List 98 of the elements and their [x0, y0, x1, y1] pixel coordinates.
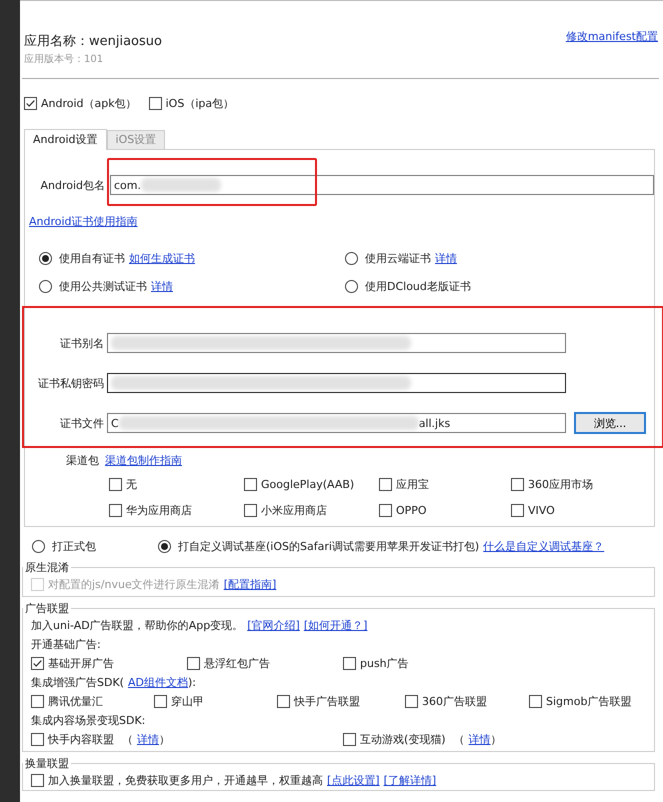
text-field[interactable]: com.	[110, 175, 654, 195]
cert-guide-link[interactable]: Android证书使用指南	[29, 214, 138, 228]
option-label: 基础开屏广告	[48, 656, 114, 671]
option-label: 对配置的js/nvue文件进行原生混淆	[48, 577, 220, 592]
option-label: 360广告联盟	[422, 694, 487, 709]
manifest-link[interactable]: 修改manifest配置	[566, 29, 658, 44]
channel-option-label: GooglePlay(AAB)	[261, 478, 354, 490]
group-heading: ):	[188, 676, 196, 689]
radio-label: 打正式包	[52, 538, 96, 554]
platform-label: iOS（ipa包）	[166, 96, 234, 110]
checkbox[interactable]	[244, 478, 257, 490]
details-link[interactable]: 详情	[435, 250, 457, 266]
radio-button[interactable]	[345, 280, 358, 292]
app-name-label: 应用名称：	[24, 33, 89, 50]
info-link[interactable]: [点此设置]	[327, 773, 380, 788]
option-label: 快手广告联盟	[294, 694, 360, 709]
channel-option-label: VIVO	[528, 504, 555, 516]
text-field[interactable]: C all.jks	[107, 413, 566, 433]
channel-option-label: OPPO	[396, 504, 427, 516]
section-title: 原生混淆	[23, 560, 71, 575]
radio-label: 打自定义调试基座(iOS的Safari调试需要用苹果开发证书打包)	[178, 538, 480, 554]
tab[interactable]: Android设置	[24, 129, 107, 150]
checkbox[interactable]	[24, 96, 37, 110]
bracket-text: （	[122, 732, 133, 747]
details-link[interactable]: 详情	[151, 278, 173, 294]
checkbox[interactable]	[379, 478, 392, 490]
radio-label: 使用自有证书	[59, 250, 125, 266]
channel-option-label: 华为应用商店	[126, 502, 192, 518]
option-label: 穿山甲	[171, 694, 204, 709]
radio-label: 使用DCloud老版证书	[365, 278, 471, 294]
group-heading: 集成内容场景变现SDK:	[31, 713, 146, 728]
app-name: wenjiaosuo	[89, 34, 162, 48]
version-label: 应用版本号：101	[24, 52, 104, 66]
section-title: 广告联盟	[23, 601, 71, 616]
field-value: com.	[114, 178, 141, 192]
channel-option-label: 360应用市场	[528, 476, 593, 492]
channel-option-label: 无	[126, 476, 137, 492]
checkbox[interactable]	[343, 733, 356, 746]
text-field[interactable]	[107, 333, 566, 353]
text-field[interactable]	[107, 373, 566, 393]
field-value: C	[111, 416, 119, 430]
option-label: 加入换量联盟，免费获取更多用户，开通越早，权重越高	[48, 773, 323, 788]
option-label: Sigmob广告联盟	[546, 694, 632, 709]
browse-button[interactable]: 浏览...	[574, 412, 646, 434]
checkbox[interactable]	[31, 657, 44, 670]
field-value: all.jks	[418, 416, 450, 430]
group-heading: 集成增强广告SDK(	[31, 675, 124, 690]
checkbox[interactable]	[405, 695, 418, 708]
details-link[interactable]: 详情	[137, 732, 159, 747]
option-label: 腾讯优量汇	[48, 694, 103, 709]
intro-text: 加入uni-AD广告联盟，帮助你的App变现。	[31, 618, 244, 633]
details-link[interactable]: 如何生成证书	[129, 250, 195, 266]
docs-link[interactable]: AD组件文档	[128, 675, 188, 690]
checkbox[interactable]	[31, 774, 44, 787]
radio-label: 使用云端证书	[365, 250, 431, 266]
channel-option-label: 小米应用商店	[261, 502, 327, 518]
bracket-text: ）	[490, 732, 502, 747]
details-link[interactable]: 详情	[468, 732, 491, 747]
checkbox[interactable]	[277, 695, 290, 708]
bracket-text: （	[454, 732, 465, 747]
option-label: 悬浮红包广告	[204, 656, 270, 671]
checkbox[interactable]	[31, 695, 44, 708]
group-heading: 开通基础广告:	[31, 637, 101, 652]
channel-option-label: 应用宝	[396, 476, 429, 492]
info-link[interactable]: [了解详情]	[384, 773, 436, 788]
package-label: Android包名	[39, 178, 105, 192]
option-label: 快手内容联盟	[48, 732, 114, 747]
option-label: push广告	[360, 656, 409, 671]
bracket-text: ）	[159, 732, 170, 747]
checkbox[interactable]	[529, 695, 542, 708]
option-label: 互动游戏(变现猫)	[360, 732, 446, 747]
checkbox[interactable]	[154, 695, 167, 708]
channel-label: 渠道包	[66, 452, 99, 468]
radio-button[interactable]	[39, 252, 52, 264]
checkbox[interactable]	[31, 733, 44, 746]
radio-label: 使用公共测试证书	[59, 278, 147, 294]
debug-base-link[interactable]: 什么是自定义调试基座？	[483, 538, 604, 554]
info-link[interactable]: [官网介绍]	[247, 618, 300, 633]
checkbox[interactable]	[343, 657, 356, 670]
radio-button[interactable]	[39, 280, 52, 292]
checkbox[interactable]	[109, 504, 122, 516]
radio-button[interactable]	[158, 540, 171, 552]
info-link[interactable]: [如何开通？]	[304, 618, 368, 633]
radio-button[interactable]	[345, 252, 358, 264]
platform-label: Android（apk包）	[41, 96, 137, 110]
checkbox[interactable]	[511, 504, 524, 516]
checkbox[interactable]	[148, 96, 162, 110]
checkbox[interactable]	[109, 478, 122, 490]
radio-button[interactable]	[32, 540, 45, 552]
field-label: 证书别名	[59, 336, 104, 350]
field-label: 证书文件	[59, 416, 104, 430]
channel-guide-link[interactable]: 渠道包制作指南	[105, 452, 182, 468]
checkbox[interactable]	[187, 657, 200, 670]
section-title: 换量联盟	[23, 756, 71, 771]
checkbox[interactable]	[379, 504, 392, 516]
field-label: 证书私钥密码	[37, 376, 104, 390]
checkbox[interactable]	[511, 478, 524, 490]
checkbox[interactable]	[244, 504, 257, 516]
